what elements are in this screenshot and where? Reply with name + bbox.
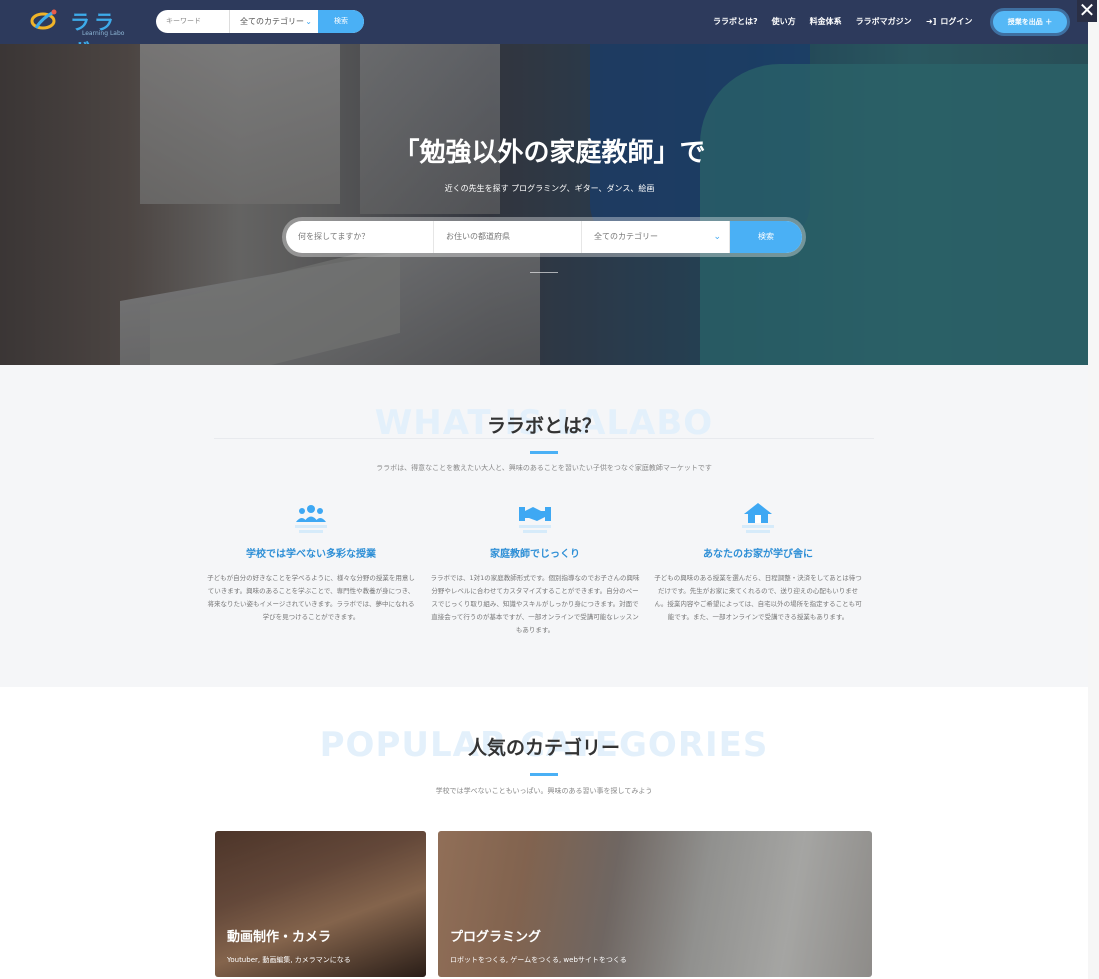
feature-card: あなたのお家が学び舎に 子どもの興味のある授業を選んだら、日程調整・決済をしてあ… <box>653 501 863 624</box>
hero-category-select[interactable]: 全てのカテゴリー ⌄ <box>582 221 730 253</box>
header-search: キーワード 全てのカテゴリー ⌄ 検索 <box>156 10 364 33</box>
header-search-button[interactable]: 検索 <box>318 10 364 33</box>
handshake-icon <box>515 501 555 535</box>
hero-overlay <box>0 44 1088 365</box>
close-icon[interactable]: ✕ <box>1077 0 1097 22</box>
header-keyword-input[interactable]: キーワード <box>156 10 230 33</box>
hero-subtitle: 近くの先生を探す プログラミング、ギター、ダンス、絵画 <box>444 184 655 193</box>
feature-title: 学校では学べない多彩な授業 <box>246 549 376 560</box>
login-icon: ➜] <box>926 17 937 26</box>
hero-title: 「勉強以外の家庭教師」で <box>393 138 706 168</box>
hero-divider <box>530 272 558 273</box>
nav-item-pricing[interactable]: 料金体系 <box>810 16 842 27</box>
login-link[interactable]: ➜] ログイン <box>926 16 972 27</box>
feature-title: 家庭教師でじっくり <box>490 549 580 560</box>
logo-mark-icon <box>30 9 57 30</box>
chevron-down-icon: ⌄ <box>305 17 312 26</box>
login-label: ログイン <box>940 17 973 26</box>
categories-section: POPULAR CATEGORIES 人気のカテゴリー 学校では学べないこともい… <box>0 687 1088 979</box>
post-lesson-button[interactable]: 授業を出品 ＋ <box>990 8 1070 36</box>
nav-item-magazine[interactable]: ララボマガジン <box>856 16 912 27</box>
hero-search-button[interactable]: 検索 <box>730 221 802 253</box>
people-icon <box>291 501 331 535</box>
nav-item-about[interactable]: ララボとは? <box>713 16 758 27</box>
feature-text: 子どもの興味のある授業を選んだら、日程調整・決済をしてあとは待つだけです。先生が… <box>654 574 862 621</box>
site-logo[interactable]: ララボ Learning Labo <box>30 6 140 63</box>
hero-section: 「勉強以外の家庭教師」で 近くの先生を探す プログラミング、ギター、ダンス、絵画… <box>0 44 1088 365</box>
feature-text: 子どもが自分の好きなことを学べるように、様々な分野の授業を用意していきます。興味… <box>207 574 415 621</box>
about-title: ララボとは？ <box>486 415 601 437</box>
main-nav: ララボとは? 使い方 料金体系 ララボマガジン <box>713 16 912 27</box>
category-title: プログラミング <box>450 930 542 945</box>
scroll-gutter <box>1088 0 1099 979</box>
category-card-programming[interactable]: プログラミング ロボットをつくる, ゲームをつくる, webサイトをつくる <box>438 831 872 977</box>
category-desc: ロボットをつくる, ゲームをつくる, webサイトをつくる <box>450 956 627 964</box>
about-description: ララボは、得意なことを教えたい大人と、興味のあることを習いたい子供をつなぐ家庭教… <box>376 464 712 472</box>
nav-item-howto[interactable]: 使い方 <box>772 16 796 27</box>
about-accent-bar <box>530 451 558 454</box>
house-icon <box>738 501 778 535</box>
category-card-video[interactable]: 動画制作・カメラ Youtuber, 動画編集, カメラマンになる <box>215 831 426 977</box>
category-desc: Youtuber, 動画編集, カメラマンになる <box>227 956 351 964</box>
header-category-select[interactable]: 全てのカテゴリー ⌄ <box>230 10 318 33</box>
hero-keyword-input[interactable]: 何を探してますか？ <box>286 221 434 253</box>
site-header: ララボ Learning Labo キーワード 全てのカテゴリー ⌄ 検索 ララ… <box>0 0 1088 63</box>
modal-frame: ララボ Learning Labo キーワード 全てのカテゴリー ⌄ 検索 ララ… <box>0 0 1088 979</box>
feature-card: 家庭教師でじっくり ララボでは、1対1の家庭教師形式です。個別指導なのでお子さん… <box>430 501 640 637</box>
categories-description: 学校では学べないこともいっぱい。興味のある習い事を探してみよう <box>435 787 653 795</box>
feature-text: ララボでは、1対1の家庭教師形式です。個別指導なのでお子さんの興味分野やレベルに… <box>430 574 640 634</box>
category-title: 動画制作・カメラ <box>227 930 332 945</box>
about-section: WHAT IS LALABO ララボとは？ ララボは、得意なことを教えたい大人と… <box>0 365 1088 687</box>
categories-accent-bar <box>530 773 558 776</box>
logo-subtext: Learning Labo <box>82 30 125 37</box>
hero-category-label: 全てのカテゴリー <box>594 232 658 241</box>
header-category-label: 全てのカテゴリー <box>240 17 304 26</box>
hero-search-bar: 何を探してますか？ お住いの都道府県 全てのカテゴリー ⌄ 検索 <box>282 217 806 257</box>
categories-title: 人気のカテゴリー <box>467 737 620 759</box>
feature-card: 学校では学べない多彩な授業 子どもが自分の好きなことを学べるように、様々な分野の… <box>206 501 416 624</box>
about-rule <box>214 438 874 439</box>
hero-location-input[interactable]: お住いの都道府県 <box>434 221 582 253</box>
feature-title: あなたのお家が学び舎に <box>703 549 813 560</box>
chevron-down-icon: ⌄ <box>713 232 721 242</box>
